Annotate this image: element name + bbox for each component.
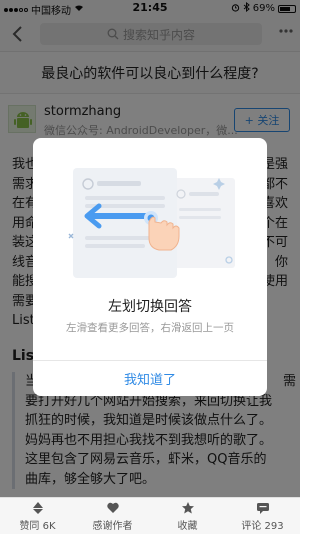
favorite-label: 收藏 xyxy=(177,520,198,532)
got-it-button[interactable]: 我知道了 xyxy=(33,361,267,396)
star-icon xyxy=(181,501,194,513)
comment-label: 评论 293 xyxy=(241,520,284,532)
dialog-title: 左划切换回答 xyxy=(108,299,192,315)
heart-icon xyxy=(106,502,119,513)
favorite-button[interactable]: 收藏 xyxy=(150,498,225,534)
upvote-button[interactable]: 赞同 6K xyxy=(0,498,75,534)
comment-icon xyxy=(256,502,269,514)
swipe-illustration-icon xyxy=(68,168,235,278)
comment-button[interactable]: 评论 293 xyxy=(225,498,300,534)
dialog-subtitle: 左滑查看更多回答，右滑返回上一页 xyxy=(66,322,234,334)
swipe-tip-dialog: 左划切换回答 左滑查看更多回答，右滑返回上一页 我知道了 xyxy=(33,138,267,396)
bottom-action-bar: 赞同 6K 感谢作者 收藏 评论 293 xyxy=(0,497,300,534)
thank-label: 感谢作者 xyxy=(92,520,133,532)
upvote-label: 赞同 6K xyxy=(19,520,56,532)
upvote-icon xyxy=(32,501,43,514)
thank-author-button[interactable]: 感谢作者 xyxy=(75,498,150,534)
